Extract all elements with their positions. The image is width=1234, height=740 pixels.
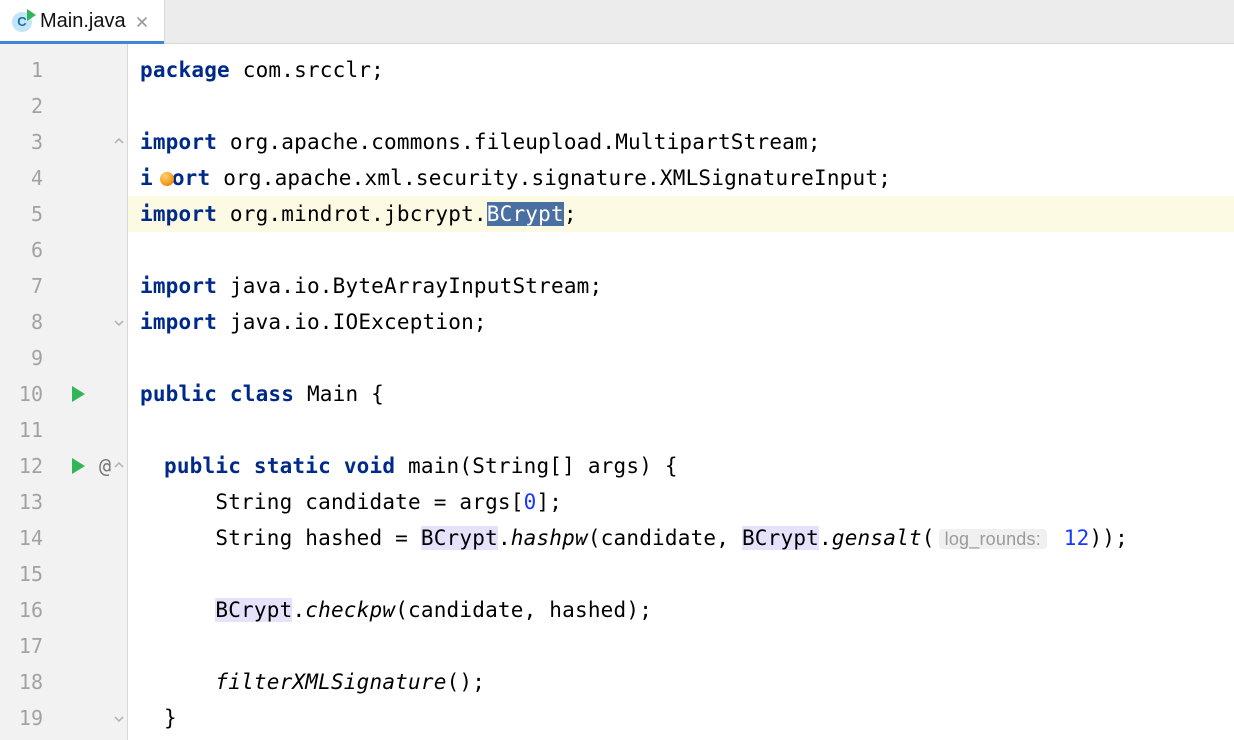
fold-toggle-icon[interactable]	[113, 460, 125, 472]
code-line: import java.io.ByteArrayInputStream;	[140, 274, 602, 298]
code-area[interactable]: package com.srcclr; import org.apache.co…	[128, 44, 1234, 740]
fold-toggle-icon[interactable]	[113, 136, 125, 148]
code-line: iort org.apache.xml.security.signature.X…	[140, 166, 891, 190]
code-line: package com.srcclr;	[140, 58, 384, 82]
line-number: 9	[31, 346, 43, 370]
tab-title: Main.java	[40, 10, 126, 33]
line-number: 12	[19, 454, 43, 478]
line-number: 14	[19, 526, 43, 550]
line-number: 15	[19, 562, 43, 586]
tab-main-java[interactable]: C Main.java	[0, 0, 165, 43]
warning-dot-icon[interactable]	[160, 172, 174, 186]
line-number: 3	[31, 130, 43, 154]
line-number: 11	[19, 418, 43, 442]
code-line: import org.mindrot.jbcrypt.BCrypt;	[140, 202, 577, 226]
code-line: import org.apache.commons.fileupload.Mul…	[140, 130, 821, 154]
line-number: 19	[19, 706, 43, 730]
line-number: 6	[31, 238, 43, 262]
line-number: 5	[31, 202, 43, 226]
close-icon[interactable]	[134, 14, 150, 30]
editor[interactable]: 1 2 3 4 5 6 7 8 9 10 11 12 @	[0, 44, 1234, 740]
code-line: String candidate = args[0];	[164, 490, 562, 514]
java-class-run-icon: C	[12, 12, 32, 32]
override-icon[interactable]: @	[99, 454, 111, 478]
code-line: }	[164, 706, 177, 730]
gutter: 1 2 3 4 5 6 7 8 9 10 11 12 @	[0, 44, 128, 740]
code-line: public class Main {	[140, 382, 384, 406]
code-line: BCrypt.checkpw(candidate, hashed);	[164, 598, 652, 622]
parameter-hint: log_rounds:	[939, 529, 1047, 549]
line-number: 10	[19, 382, 43, 406]
line-number: 2	[31, 94, 43, 118]
code-line: public static void main(String[] args) {	[164, 454, 678, 478]
line-number: 8	[31, 310, 43, 334]
line-number: 18	[19, 670, 43, 694]
line-number: 17	[19, 634, 43, 658]
line-number: 16	[19, 598, 43, 622]
selection: BCrypt	[487, 202, 564, 226]
line-number: 13	[19, 490, 43, 514]
code-line: import java.io.IOException;	[140, 310, 487, 334]
code-line: filterXMLSignature();	[164, 670, 485, 694]
run-gutter-icon[interactable]	[72, 386, 85, 402]
tab-bar: C Main.java	[0, 0, 1234, 44]
run-gutter-icon[interactable]	[72, 458, 85, 474]
fold-toggle-icon[interactable]	[113, 712, 125, 724]
code-line: String hashed = BCrypt.hashpw(candidate,…	[164, 526, 1128, 550]
line-number: 4	[31, 166, 43, 190]
line-number: 1	[31, 58, 43, 82]
fold-toggle-icon[interactable]	[113, 316, 125, 328]
line-number: 7	[31, 274, 43, 298]
